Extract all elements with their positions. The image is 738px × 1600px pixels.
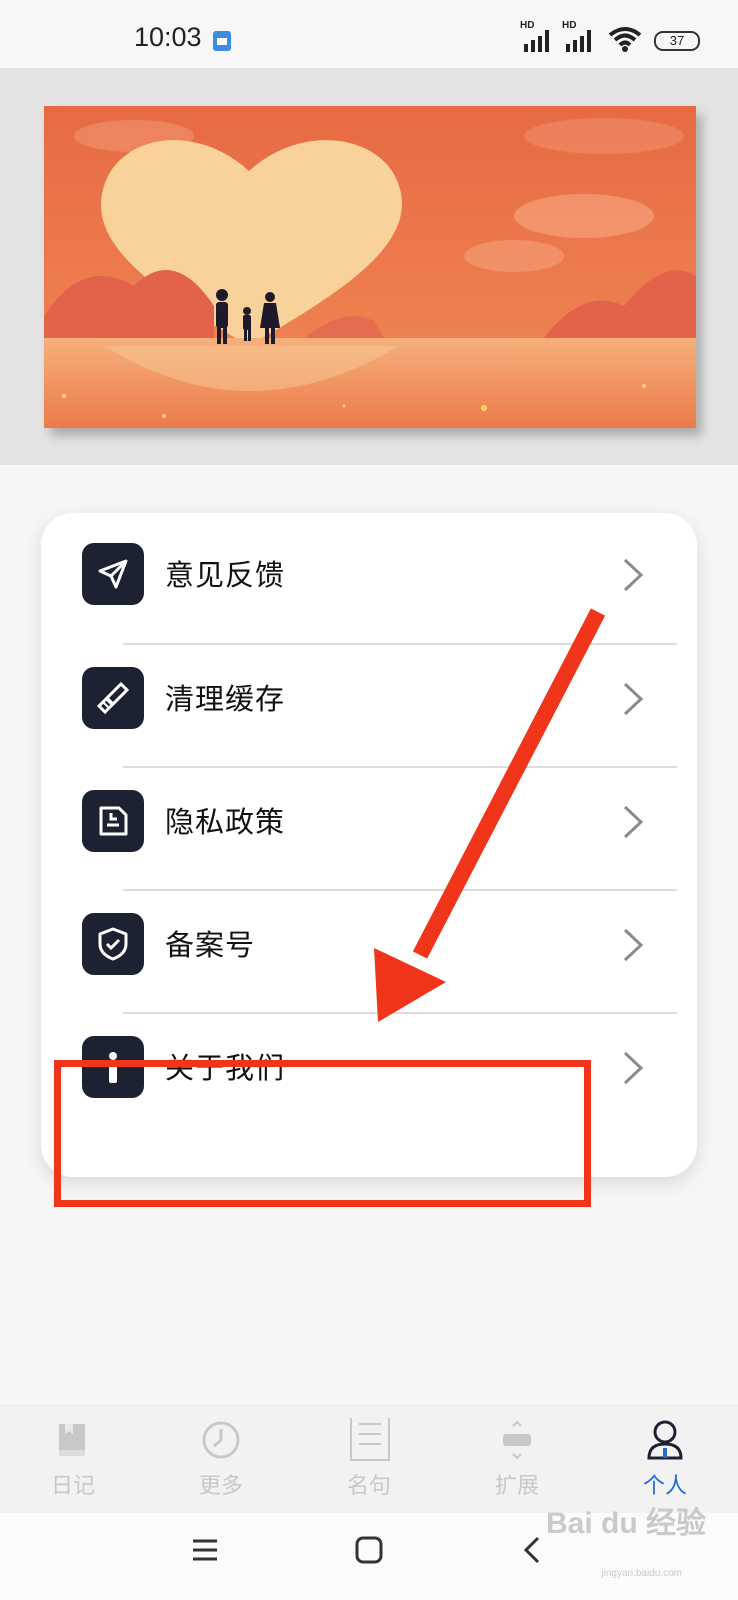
- wifi-icon: [608, 27, 642, 52]
- menu-icon[interactable]: [190, 1535, 220, 1565]
- menu-item-icp-filing[interactable]: 备案号: [41, 890, 697, 1015]
- mi-app-icon: [213, 31, 231, 51]
- nav-label: 日记: [50, 1474, 95, 1499]
- signal-icon: [524, 30, 549, 52]
- home-icon[interactable]: [354, 1535, 384, 1565]
- broom-icon: [82, 667, 144, 729]
- menu-item-feedback[interactable]: 意见反馈: [41, 520, 697, 645]
- nav-item-quotes[interactable]: 名句: [314, 1406, 424, 1514]
- shield-check-icon: [82, 913, 144, 975]
- chevron-right-icon: [623, 682, 644, 716]
- menu-item-label: 清理缓存: [165, 682, 286, 716]
- chevron-right-icon: [623, 805, 644, 839]
- menu-item-privacy-policy[interactable]: 隐私政策: [41, 767, 697, 892]
- menu-item-label: 备案号: [165, 928, 256, 962]
- menu-item-label: 意见反馈: [165, 558, 286, 592]
- chevron-right-icon: [623, 1051, 644, 1085]
- chevron-right-icon: [623, 928, 644, 962]
- watermark-url: jingyan.baidu.com: [601, 1568, 682, 1579]
- expand-icon: [503, 1420, 531, 1460]
- menu-item-label: 隐私政策: [165, 805, 286, 839]
- status-indicators: HD HD 37: [520, 20, 700, 54]
- document-icon: [82, 790, 144, 852]
- nav-label: 更多: [198, 1474, 243, 1499]
- nav-label: 扩展: [494, 1474, 539, 1499]
- back-icon[interactable]: [518, 1535, 548, 1565]
- book-icon: [59, 1424, 85, 1456]
- banner-image: [44, 106, 696, 428]
- chevron-right-icon: [623, 558, 644, 592]
- status-bar: 10:03 HD HD 37: [0, 0, 738, 68]
- banner-area: [0, 68, 738, 465]
- family-heart-sunset-illustration: [44, 106, 696, 428]
- watermark-brand: Bai du 经验: [545, 1507, 706, 1540]
- nav-label: 个人: [642, 1474, 687, 1499]
- nav-item-diary[interactable]: 日记: [18, 1406, 128, 1514]
- annotation-highlight-box: [54, 1060, 591, 1207]
- battery-indicator: 37: [654, 31, 700, 51]
- nav-item-more[interactable]: 更多: [166, 1406, 276, 1514]
- clock-icon: [202, 1421, 240, 1459]
- text-page-icon: [350, 1418, 390, 1461]
- status-time: 10:03: [134, 22, 202, 52]
- nav-label: 名句: [346, 1474, 391, 1499]
- signal-icon: [566, 30, 591, 52]
- menu-item-clear-cache[interactable]: 清理缓存: [41, 644, 697, 769]
- user-icon: [647, 1420, 683, 1460]
- send-icon: [82, 543, 144, 605]
